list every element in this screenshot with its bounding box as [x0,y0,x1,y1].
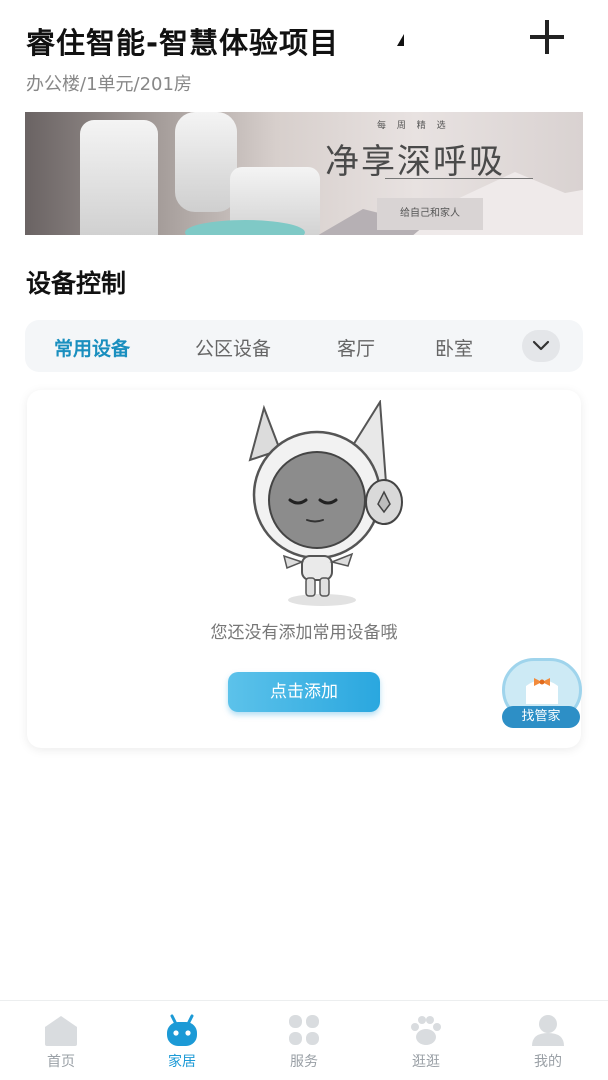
device-tabs: 常用设备 公区设备 客厅 卧室 [25,320,583,372]
nav-label-home: 首页 [47,1054,75,1070]
nav-item-smarthome[interactable]: 家居 [132,1013,232,1071]
nav-item-home[interactable]: 首页 [11,1013,111,1071]
butler-icon [526,678,558,704]
butler-floating-button[interactable]: 找管家 [500,658,584,730]
section-title: 设备控制 [26,269,127,298]
nav-item-profile[interactable]: 我的 [498,1013,598,1071]
nav-item-services[interactable]: 服务 [254,1013,354,1071]
home-icon [45,1016,77,1046]
banner-divider [385,178,533,179]
robot-icon [167,1014,197,1046]
tab-common-devices[interactable]: 常用设备 [54,334,130,361]
bottom-nav: 首页 家居 服务 逛逛 我的 [0,1000,608,1080]
banner-slogan: 净享深呼吸 [325,142,505,182]
nav-label-smarthome: 家居 [168,1054,196,1070]
nav-item-explore[interactable]: 逛逛 [376,1013,476,1071]
tab-bedroom[interactable]: 卧室 [435,334,473,361]
caret-down-icon[interactable] [397,34,404,46]
project-title[interactable]: 睿住智能-智慧体验项目 [26,20,339,62]
user-icon [532,1015,564,1046]
nav-label-profile: 我的 [534,1054,562,1070]
air-purifier-image [80,120,158,235]
header: 睿住智能-智慧体验项目 办公楼/1单元/201房 [0,0,608,110]
nav-label-explore: 逛逛 [412,1054,440,1070]
chevron-down-icon [532,340,550,351]
more-tabs-button[interactable] [522,330,560,362]
empty-state-message: 您还没有添加常用设备哦 [210,623,398,643]
tab-living-room[interactable]: 客厅 [337,334,375,361]
add-device-button[interactable]: 点击添加 [228,672,380,712]
butler-label: 找管家 [502,706,580,728]
paw-icon [411,1016,441,1045]
nav-label-services: 服务 [290,1054,318,1070]
banner-tag: 每 周 精 选 [377,121,450,131]
add-button[interactable] [528,18,566,56]
location-breadcrumb: 办公楼/1单元/201房 [26,74,192,95]
empty-state-card: 您还没有添加常用设备哦 点击添加 [27,390,581,748]
promo-banner[interactable]: 每 周 精 选 净享深呼吸 给自己和家人 [25,112,583,235]
grid-icon [289,1015,319,1045]
tab-public-devices[interactable]: 公区设备 [195,334,271,361]
robot-mascot-icon [248,400,403,606]
banner-subtag: 给自己和家人 [377,198,483,230]
humidifier-image [175,112,237,212]
